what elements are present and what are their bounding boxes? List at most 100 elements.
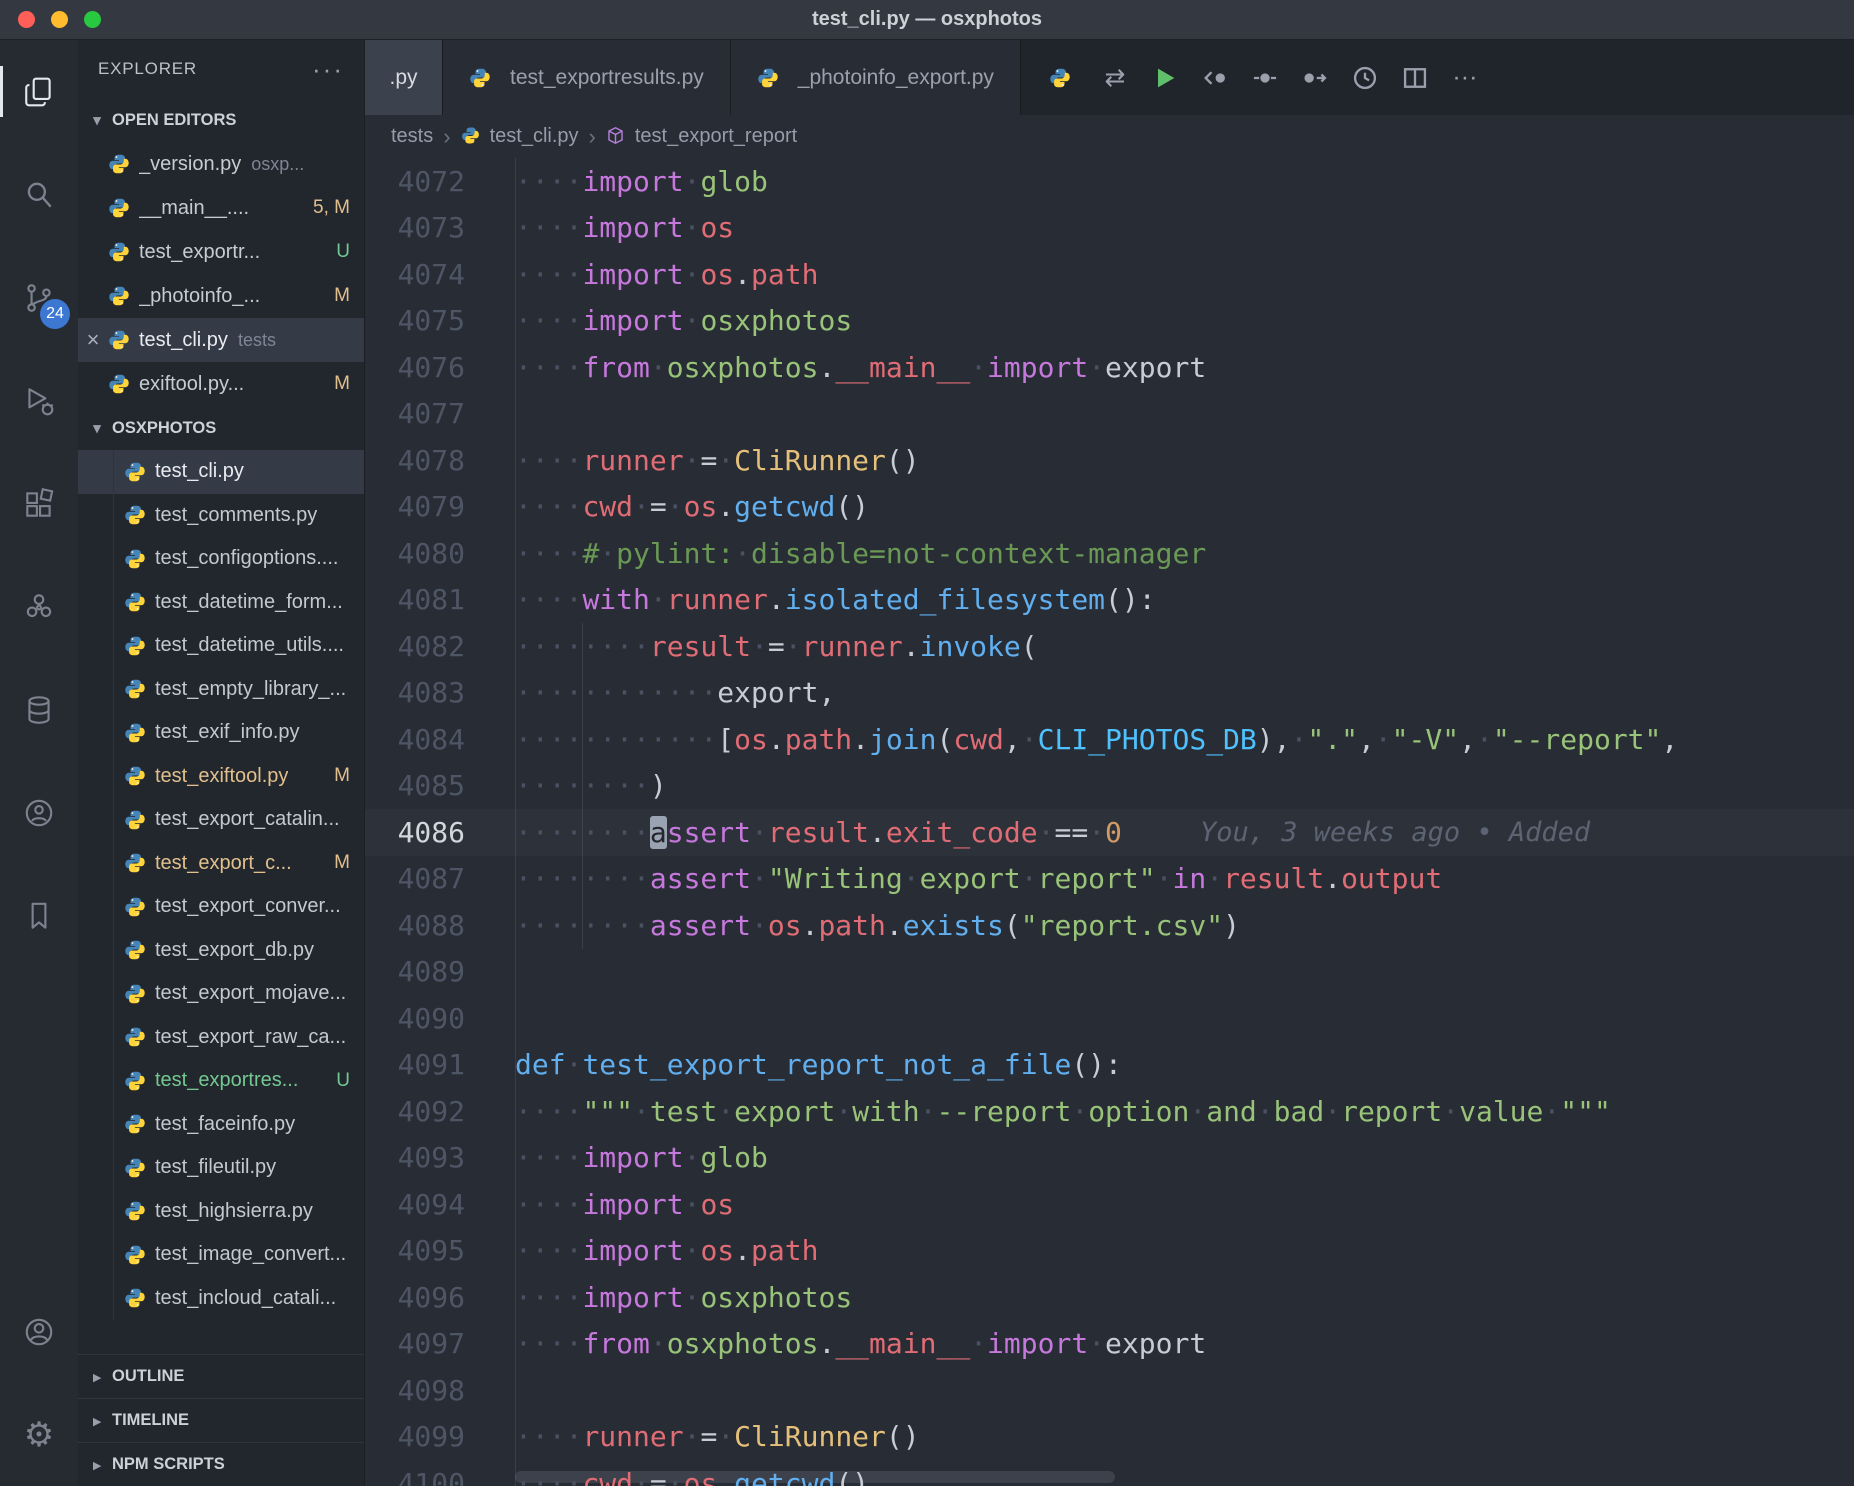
file-tree-item[interactable]: test_exiftool.pyM xyxy=(78,755,364,799)
code-line[interactable]: 4095····import·os.path xyxy=(365,1228,1854,1275)
file-tree-item[interactable]: test_export_db.py xyxy=(78,929,364,973)
code-line[interactable]: 4082········result·=·runner.invoke( xyxy=(365,623,1854,670)
code-line[interactable]: 4085········) xyxy=(365,763,1854,810)
tab-_photoinfo_export-py[interactable]: _photoinfo_export.py xyxy=(731,40,1021,115)
code-line[interactable]: 4077 xyxy=(365,391,1854,438)
file-tree-item[interactable]: test_export_c...M xyxy=(78,842,364,886)
close-icon[interactable]: × xyxy=(78,327,108,353)
code-line[interactable]: 4080····#·pylint:·disable=not-context-ma… xyxy=(365,530,1854,577)
file-history-icon[interactable] xyxy=(1347,60,1383,96)
extensions-icon[interactable] xyxy=(0,452,78,555)
file-tree-item[interactable]: test_faceinfo.py xyxy=(78,1103,364,1147)
open-editors-header[interactable]: ▾ OPEN EDITORS xyxy=(78,98,364,142)
file-tree-item[interactable]: test_image_convert... xyxy=(78,1233,364,1277)
line-number[interactable]: 4082 xyxy=(365,630,465,663)
code-line[interactable]: 4079····cwd·=·os.getcwd() xyxy=(365,484,1854,531)
line-number[interactable]: 4100 xyxy=(365,1467,465,1486)
file-tree-item[interactable]: test_incloud_catali... xyxy=(78,1277,364,1321)
line-number[interactable]: 4077 xyxy=(365,397,465,430)
code-editor[interactable]: 4072····import·glob4073····import·os4074… xyxy=(365,158,1854,1486)
sidebar-section-npm-scripts[interactable]: ▸NPM SCRIPTS xyxy=(78,1442,364,1486)
line-number[interactable]: 4099 xyxy=(365,1420,465,1453)
breadcrumb-item[interactable]: tests xyxy=(391,125,433,148)
line-number[interactable]: 4084 xyxy=(365,723,465,756)
line-number[interactable]: 4095 xyxy=(365,1234,465,1267)
python-icon[interactable] xyxy=(1047,60,1083,96)
line-number[interactable]: 4073 xyxy=(365,211,465,244)
code-line[interactable]: 4086········assert·result.exit_code·==·0… xyxy=(365,809,1854,856)
file-tree-item[interactable]: test_highsierra.py xyxy=(78,1190,364,1234)
line-number[interactable]: 4094 xyxy=(365,1188,465,1221)
line-number[interactable]: 4080 xyxy=(365,537,465,570)
code-line[interactable]: 4075····import·osxphotos xyxy=(365,298,1854,345)
line-number[interactable]: 4085 xyxy=(365,769,465,802)
settings-gear-icon[interactable]: ⚙ xyxy=(0,1383,78,1486)
file-tree-item[interactable]: test_empty_library_... xyxy=(78,668,364,712)
split-editor-icon[interactable] xyxy=(1397,60,1433,96)
source-control-icon[interactable]: 24 xyxy=(0,246,78,349)
person-circle-extension-icon[interactable] xyxy=(0,761,78,864)
file-tree-item[interactable]: test_exif_info.py xyxy=(78,711,364,755)
line-number[interactable]: 4093 xyxy=(365,1141,465,1174)
code-line[interactable]: 4093····import·glob xyxy=(365,1135,1854,1182)
database-extension-icon[interactable] xyxy=(0,658,78,761)
flower-extension-icon[interactable] xyxy=(0,555,78,658)
open-editor-item[interactable]: exiftool.py...M xyxy=(78,362,364,406)
search-icon[interactable] xyxy=(0,143,78,246)
file-tree-item[interactable]: test_configoptions.... xyxy=(78,537,364,581)
code-line[interactable]: 4074····import·os.path xyxy=(365,251,1854,298)
code-line[interactable]: 4094····import·os xyxy=(365,1181,1854,1228)
code-line[interactable]: 4090 xyxy=(365,995,1854,1042)
code-line[interactable]: 4078····runner·=·CliRunner() xyxy=(365,437,1854,484)
open-editor-item[interactable]: __main__....5, M xyxy=(78,186,364,230)
run-and-debug-icon[interactable] xyxy=(0,349,78,452)
line-number[interactable]: 4076 xyxy=(365,351,465,384)
open-editor-item[interactable]: _version.pyosxp... xyxy=(78,142,364,186)
line-number[interactable]: 4078 xyxy=(365,444,465,477)
code-line[interactable]: 4073····import·os xyxy=(365,205,1854,252)
line-number[interactable]: 4087 xyxy=(365,862,465,895)
line-number[interactable]: 4074 xyxy=(365,258,465,291)
account-icon[interactable] xyxy=(0,1280,78,1383)
file-tree-item[interactable]: test_export_raw_ca... xyxy=(78,1016,364,1060)
open-editor-item[interactable]: _photoinfo_...M xyxy=(78,274,364,318)
line-number[interactable]: 4086 xyxy=(365,816,465,849)
file-tree-item[interactable]: test_export_conver... xyxy=(78,885,364,929)
close-window-button[interactable] xyxy=(18,11,35,28)
line-number[interactable]: 4081 xyxy=(365,583,465,616)
line-number[interactable]: 4089 xyxy=(365,955,465,988)
code-line[interactable]: 4091def·test_export_report_not_a_file(): xyxy=(365,1042,1854,1089)
sidebar-section-timeline[interactable]: ▸TIMELINE xyxy=(78,1398,364,1442)
line-number[interactable]: 4088 xyxy=(365,909,465,942)
next-change-icon[interactable] xyxy=(1297,60,1333,96)
code-line[interactable]: 4100····cwd·=·os.getcwd() xyxy=(365,1460,1854,1486)
line-number[interactable]: 4075 xyxy=(365,304,465,337)
code-line[interactable]: 4087········assert·"Writing·export·repor… xyxy=(365,856,1854,903)
file-tree-item[interactable]: test_cli.py xyxy=(78,450,364,494)
breadcrumb-item[interactable]: test_cli.py xyxy=(490,125,579,148)
open-editor-item[interactable]: × test_cli.pytests xyxy=(78,318,364,362)
code-line[interactable]: 4072····import·glob xyxy=(365,158,1854,205)
line-number[interactable]: 4092 xyxy=(365,1095,465,1128)
open-editor-item[interactable]: test_exportr...U xyxy=(78,230,364,274)
code-line[interactable]: 4088········assert·os.path.exists("repor… xyxy=(365,902,1854,949)
code-line[interactable]: 4084············[os.path.join(cwd,·CLI_P… xyxy=(365,716,1854,763)
line-number[interactable]: 4091 xyxy=(365,1048,465,1081)
file-tree-item[interactable]: test_datetime_form... xyxy=(78,581,364,625)
code-line[interactable]: 4092····"""·test·export·with·--report·op… xyxy=(365,1088,1854,1135)
explorer-icon[interactable] xyxy=(0,40,78,143)
line-number[interactable]: 4098 xyxy=(365,1374,465,1407)
tab-test_exportresults-py[interactable]: test_exportresults.py xyxy=(443,40,731,115)
line-number[interactable]: 4072 xyxy=(365,165,465,198)
line-number[interactable]: 4096 xyxy=(365,1281,465,1314)
line-number[interactable]: 4079 xyxy=(365,490,465,523)
code-line[interactable]: 4098 xyxy=(365,1367,1854,1414)
zoom-window-button[interactable] xyxy=(84,11,101,28)
code-line[interactable]: 4099····runner·=·CliRunner() xyxy=(365,1414,1854,1461)
previous-change-icon[interactable] xyxy=(1197,60,1233,96)
breadcrumb-item[interactable]: test_export_report xyxy=(635,125,797,148)
file-tree-item[interactable]: test_fileutil.py xyxy=(78,1146,364,1190)
code-line[interactable]: 4083············export, xyxy=(365,670,1854,717)
line-number[interactable]: 4097 xyxy=(365,1327,465,1360)
minimize-window-button[interactable] xyxy=(51,11,68,28)
